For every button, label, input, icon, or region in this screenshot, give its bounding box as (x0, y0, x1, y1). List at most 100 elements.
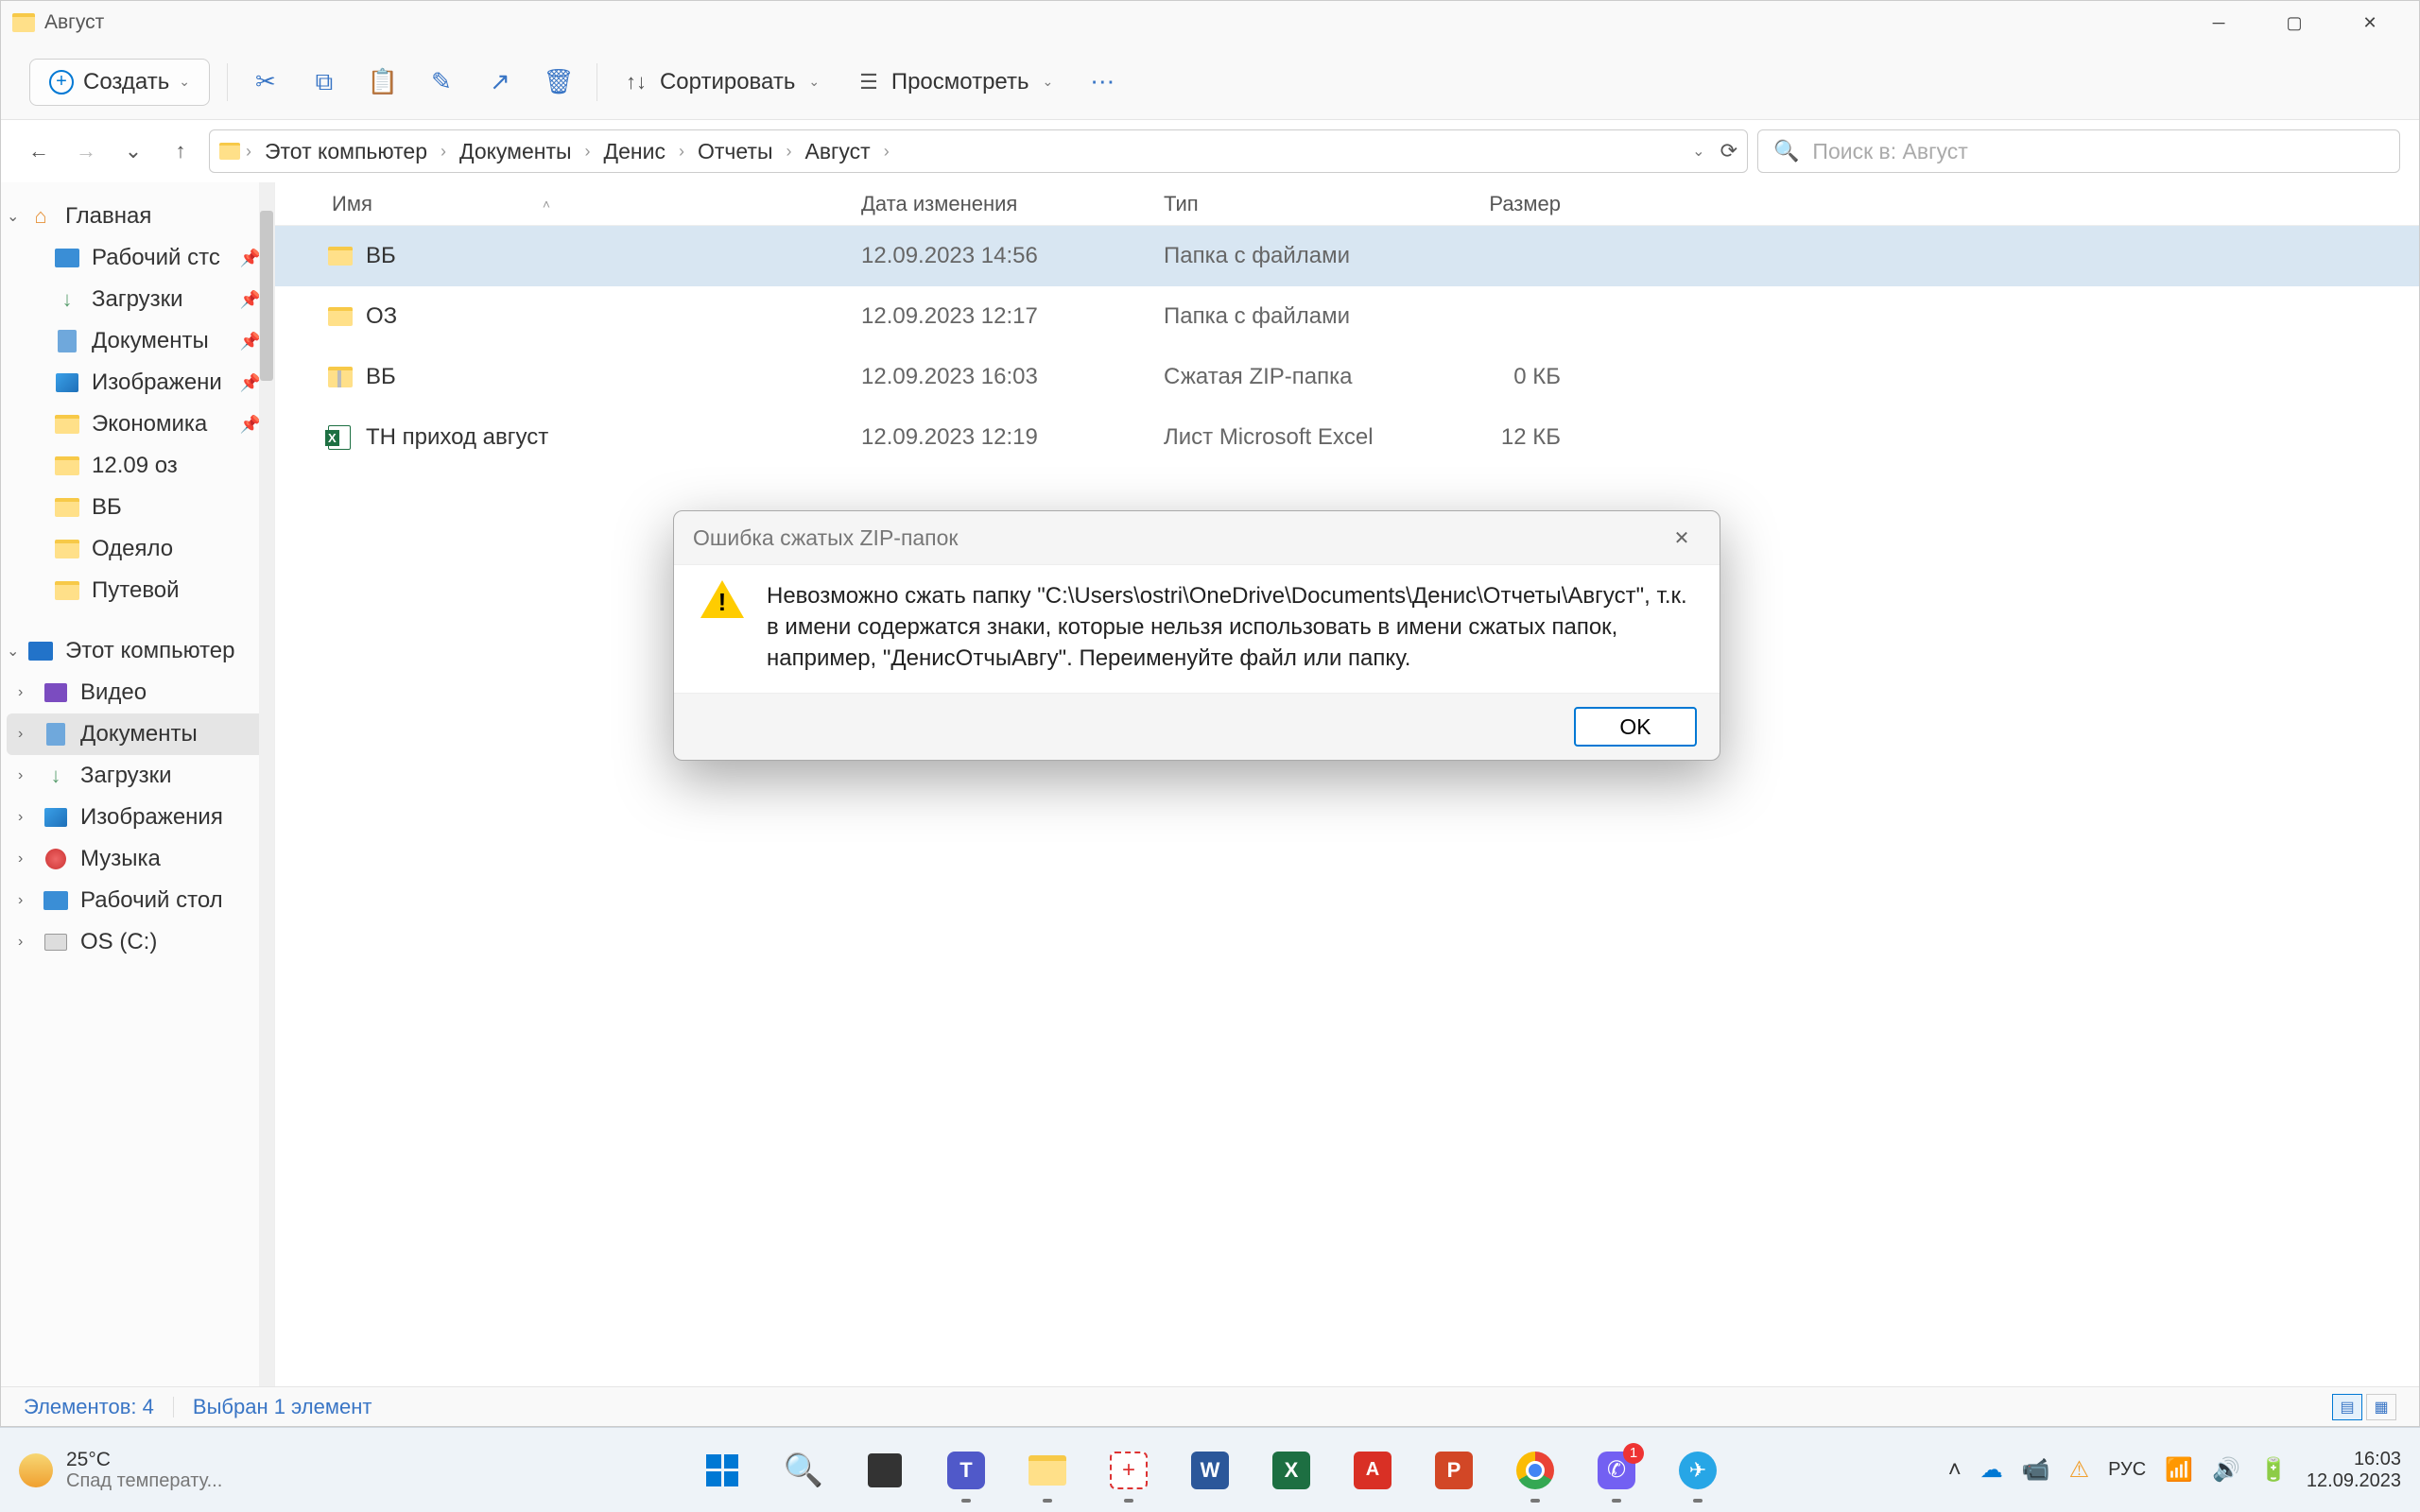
sidebar-item-label: Изображени (92, 369, 222, 396)
col-size[interactable]: Размер (1419, 192, 1561, 216)
camera-icon[interactable]: 📹 (2022, 1456, 2050, 1484)
new-button[interactable]: + Создать ⌄ (29, 59, 210, 106)
disk-icon (44, 934, 67, 951)
sidebar-item-pictures[interactable]: Изображени 📌 (1, 362, 274, 404)
sidebar-item-desktop[interactable]: Рабочий стс 📌 (1, 237, 274, 279)
share-icon[interactable]: ↗ (479, 61, 521, 103)
weather-temp: 25°C (66, 1449, 222, 1470)
dialog-close-button[interactable]: ✕ (1663, 519, 1701, 557)
onedrive-icon[interactable]: ☁ (1980, 1456, 2003, 1484)
excel-app[interactable]: X (1258, 1437, 1324, 1503)
wifi-icon[interactable]: 📶 (2165, 1456, 2193, 1484)
sidebar-item-this-pc[interactable]: ⌄ Этот компьютер (1, 630, 274, 672)
sidebar-item-folder[interactable]: 12.09 оз (1, 445, 274, 487)
sidebar-item-downloads[interactable]: ↓ Загрузки 📌 (1, 279, 274, 320)
up-button[interactable]: ↑ (162, 132, 199, 170)
delete-icon[interactable]: 🗑 (538, 61, 579, 103)
close-button[interactable]: ✕ (2332, 1, 2408, 44)
search-input[interactable] (1812, 139, 2384, 164)
icons-view-button[interactable]: ▦ (2366, 1394, 2396, 1420)
clock[interactable]: 16:03 12.09.2023 (2307, 1449, 2401, 1492)
video-icon (44, 683, 67, 702)
sidebar-item-documents[interactable]: Документы 📌 (1, 320, 274, 362)
address-bar[interactable]: › Этот компьютер › Документы › Денис › О… (209, 129, 1748, 173)
word-app[interactable]: W (1177, 1437, 1243, 1503)
folder-icon (55, 498, 79, 517)
scrollbar[interactable] (259, 182, 274, 1386)
tray-overflow-icon[interactable]: ˄ (1948, 1457, 1962, 1484)
chevron-down-icon[interactable]: ⌄ (1692, 142, 1704, 161)
ok-button[interactable]: OK (1574, 707, 1697, 747)
refresh-icon[interactable]: ⟳ (1720, 139, 1737, 163)
download-icon: ↓ (54, 288, 80, 311)
maximize-button[interactable]: ▢ (2256, 1, 2332, 44)
explorer-app[interactable] (1014, 1437, 1080, 1503)
chrome-app[interactable] (1502, 1437, 1568, 1503)
teams-app[interactable]: T (933, 1437, 999, 1503)
sidebar-item-desktop[interactable]: › Рабочий стол (1, 880, 274, 921)
rename-icon[interactable]: ✎ (421, 61, 462, 103)
search-button[interactable]: 🔍 (770, 1437, 837, 1503)
sidebar-item-home[interactable]: ⌄ ⌂ Главная (1, 196, 274, 237)
file-row[interactable]: ТН приход август 12.09.2023 12:19 Лист M… (275, 407, 2419, 468)
pin-icon: 📌 (240, 332, 261, 352)
file-size: 12 КБ (1419, 424, 1561, 451)
navigation-pane: ⌄ ⌂ Главная Рабочий стс 📌 ↓ Загрузки 📌 Д… (1, 182, 275, 1386)
volume-icon[interactable]: 🔊 (2212, 1456, 2240, 1484)
sidebar-item-pictures[interactable]: › Изображения (1, 797, 274, 838)
breadcrumb[interactable]: Денис (596, 139, 673, 164)
task-view-button[interactable] (852, 1437, 918, 1503)
security-icon[interactable]: ⚠ (2069, 1456, 2090, 1484)
file-type: Лист Microsoft Excel (1164, 424, 1419, 451)
acrobat-app[interactable]: A (1340, 1437, 1406, 1503)
file-type: Папка с файлами (1164, 243, 1419, 269)
sidebar-item-folder[interactable]: Экономика 📌 (1, 404, 274, 445)
col-name[interactable]: Имя ˄ (332, 192, 861, 216)
snipping-app[interactable] (1096, 1437, 1162, 1503)
breadcrumb[interactable]: Отчеты (690, 139, 781, 164)
sidebar-item-videos[interactable]: › Видео (1, 672, 274, 713)
sidebar-item-disk[interactable]: › OS (C:) (1, 921, 274, 963)
file-name: ТН приход август (366, 424, 861, 451)
recent-button[interactable]: ⌄ (114, 132, 152, 170)
breadcrumb[interactable]: Документы (452, 139, 579, 164)
minimize-button[interactable]: ─ (2181, 1, 2256, 44)
file-row[interactable]: ВБ 12.09.2023 14:56 Папка с файлами (275, 226, 2419, 286)
pin-icon: 📌 (240, 249, 261, 268)
back-button[interactable]: ← (20, 132, 58, 170)
separator (227, 63, 228, 101)
sidebar-item-downloads[interactable]: › ↓ Загрузки (1, 755, 274, 797)
sidebar-item-folder[interactable]: Путевой (1, 570, 274, 611)
breadcrumb[interactable]: Август (797, 139, 877, 164)
file-row[interactable]: ОЗ 12.09.2023 12:17 Папка с файлами (275, 286, 2419, 347)
sidebar-item-music[interactable]: › Музыка (1, 838, 274, 880)
view-button[interactable]: ☰ Просмотреть ⌄ (848, 61, 1064, 103)
sort-button[interactable]: ↑↓ Сортировать ⌄ (614, 61, 831, 103)
pdf-icon: A (1354, 1452, 1392, 1489)
viber-app[interactable]: ✆1 (1583, 1437, 1650, 1503)
telegram-app[interactable]: ✈ (1665, 1437, 1731, 1503)
cut-icon[interactable]: ✂ (245, 61, 286, 103)
col-date[interactable]: Дата изменения (861, 192, 1164, 216)
more-icon[interactable]: ⋯ (1081, 61, 1123, 103)
sidebar-item-label: Путевой (92, 577, 180, 604)
details-view-button[interactable]: ▤ (2332, 1394, 2362, 1420)
search-box[interactable]: 🔍 (1757, 129, 2400, 173)
col-type[interactable]: Тип (1164, 192, 1419, 216)
sidebar-item-folder[interactable]: Одеяло (1, 528, 274, 570)
start-button[interactable] (689, 1437, 755, 1503)
sidebar-item-documents[interactable]: › Документы (7, 713, 268, 755)
copy-icon[interactable]: ⧉ (303, 61, 345, 103)
forward-button[interactable]: → (67, 132, 105, 170)
battery-icon[interactable]: 🔋 (2259, 1456, 2288, 1484)
breadcrumb[interactable]: Этот компьютер (257, 139, 435, 164)
sidebar-item-folder[interactable]: ВБ (1, 487, 274, 528)
music-icon (45, 849, 66, 869)
home-icon: ⌂ (27, 205, 54, 228)
sidebar-item-label: Документы (92, 328, 209, 354)
powerpoint-app[interactable]: P (1421, 1437, 1487, 1503)
file-row[interactable]: ВБ 12.09.2023 16:03 Сжатая ZIP-папка 0 К… (275, 347, 2419, 407)
weather-widget[interactable]: 25°C Спад температу... (0, 1449, 222, 1491)
language-indicator[interactable]: РУС (2108, 1459, 2146, 1481)
paste-icon[interactable]: 📋 (362, 61, 404, 103)
